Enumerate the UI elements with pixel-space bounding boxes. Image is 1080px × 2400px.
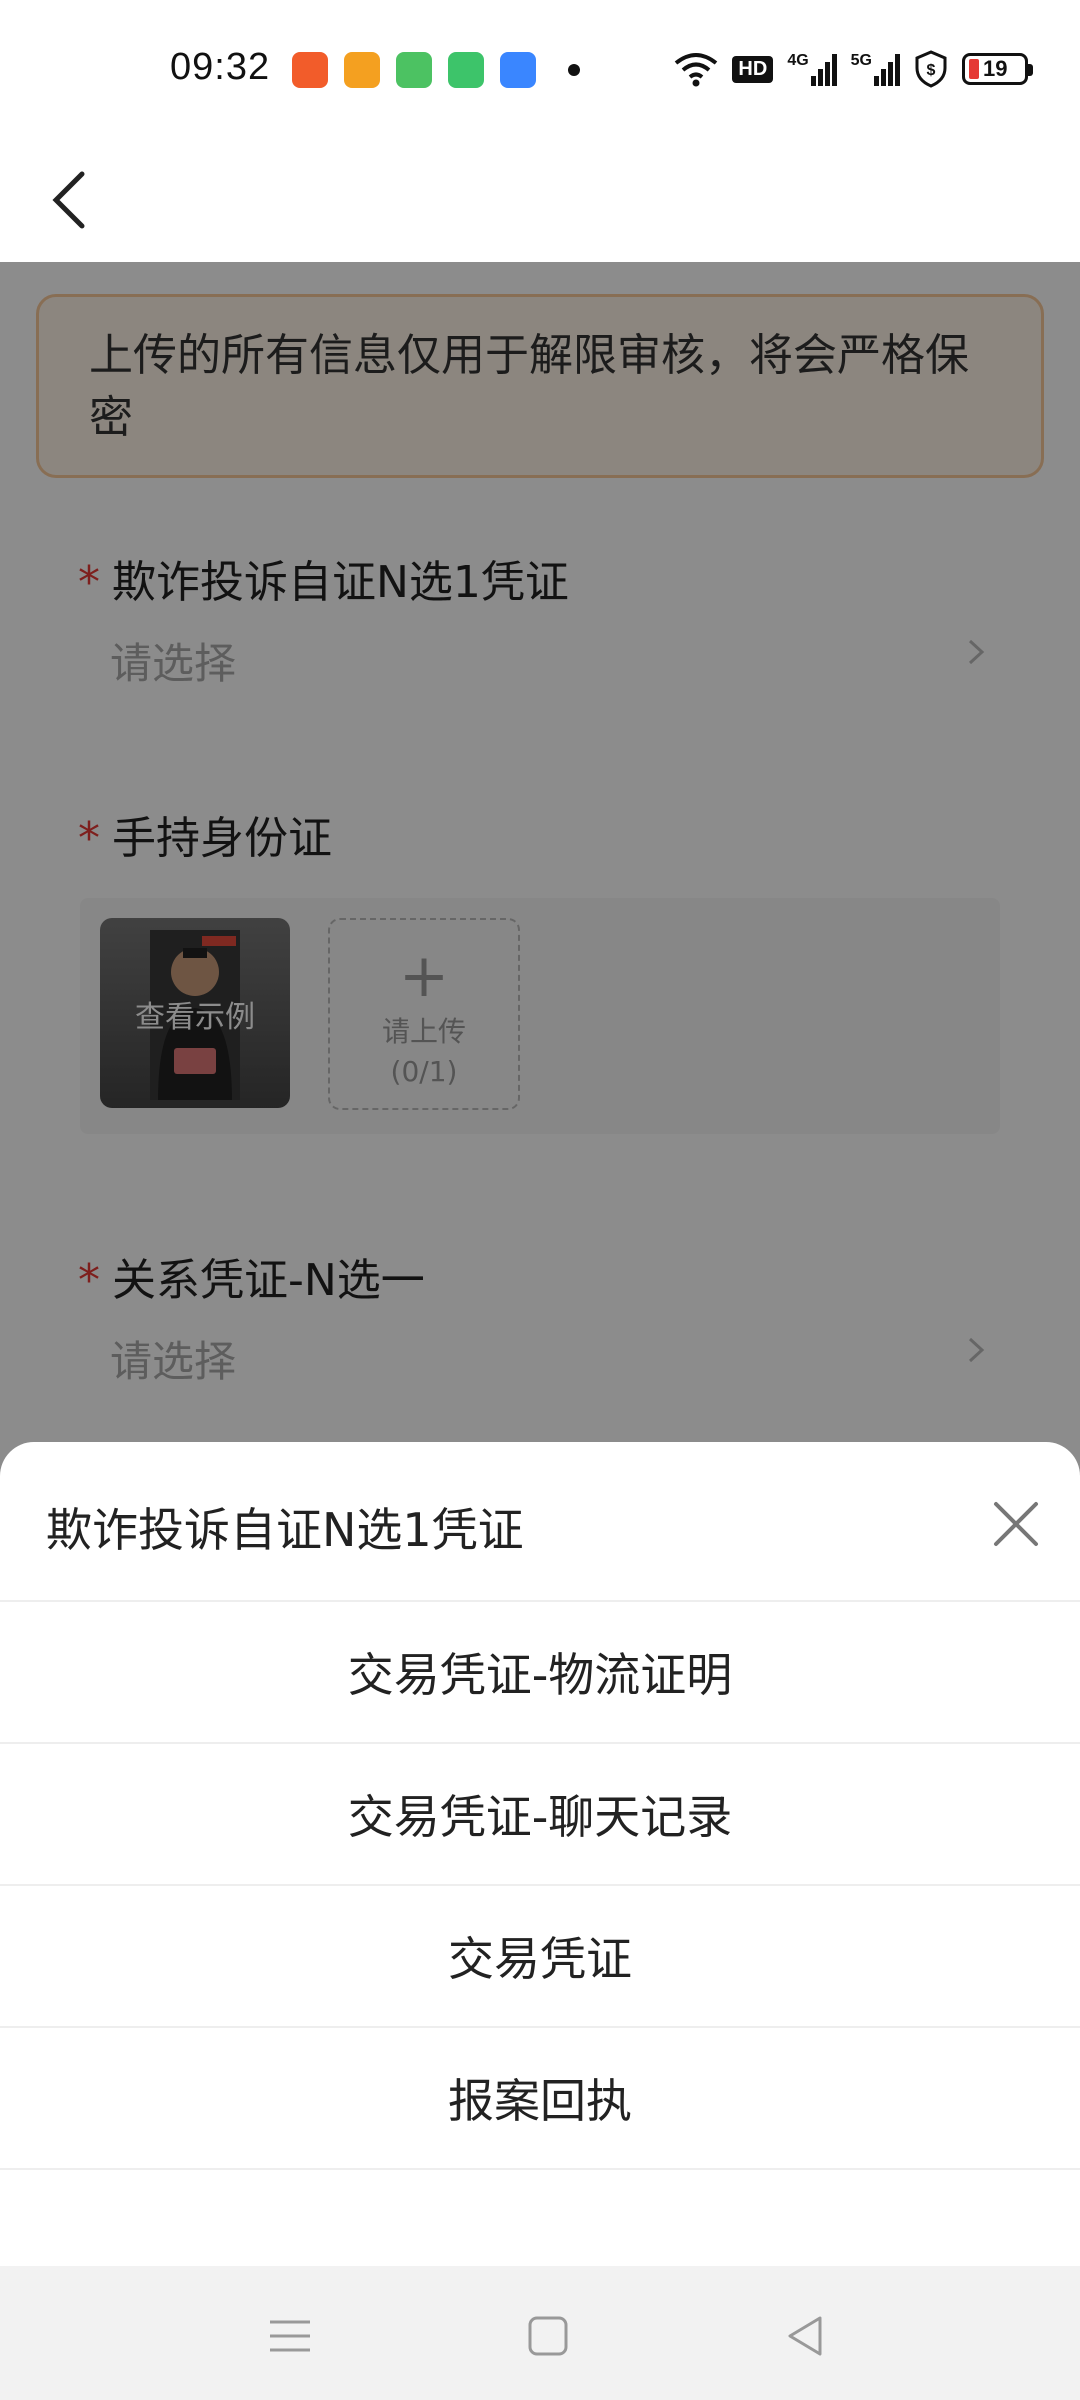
- top-nav-bar: [0, 140, 1080, 262]
- system-status-icons: HD 4G 5G $ 19: [674, 50, 1033, 88]
- app-notification-icon-5: [500, 52, 536, 88]
- chevron-left-icon: [52, 171, 85, 229]
- battery-level: 19: [983, 56, 1008, 81]
- sheet-title: 欺诈投诉自证N选1凭证: [46, 1503, 524, 1557]
- hd-icon: HD: [732, 55, 774, 83]
- message-icon: [396, 52, 432, 88]
- wifi-icon: [675, 53, 718, 87]
- signal-5g-icon: 5G: [851, 52, 900, 86]
- option-transaction-proof[interactable]: 交易凭证: [0, 1886, 1080, 2028]
- option-police-receipt[interactable]: 报案回执: [0, 2028, 1080, 2170]
- home-icon[interactable]: [520, 2308, 576, 2364]
- svg-text:$: $: [927, 62, 936, 79]
- notification-icons: [292, 52, 580, 88]
- app-notification-icon-2: [344, 52, 380, 88]
- signal-5g-label: 5G: [850, 52, 872, 69]
- option-logistics-proof[interactable]: 交易凭证-物流证明: [0, 1602, 1080, 1744]
- signal-4g-label: 4G: [787, 52, 809, 69]
- shield-icon: $: [915, 50, 947, 88]
- back-triangle-icon[interactable]: [778, 2308, 834, 2364]
- status-time: 09:32: [170, 46, 271, 88]
- option-chat-records[interactable]: 交易凭证-聊天记录: [0, 1744, 1080, 1886]
- system-navigation-bar: [0, 2266, 1080, 2400]
- close-icon[interactable]: [988, 1496, 1044, 1552]
- selection-bottom-sheet: 欺诈投诉自证N选1凭证 交易凭证-物流证明 交易凭证-聊天记录 交易凭证 报案回…: [0, 1442, 1080, 2266]
- back-button[interactable]: [30, 160, 110, 240]
- app-notification-icon-1: [292, 52, 328, 88]
- menu-icon[interactable]: [262, 2308, 318, 2364]
- battery-icon: 19: [962, 53, 1033, 85]
- sheet-header: 欺诈投诉自证N选1凭证: [0, 1442, 1080, 1602]
- app-notification-icon-4: [448, 52, 484, 88]
- more-notifications-dot-icon: [568, 64, 580, 76]
- signal-4g-icon: 4G: [787, 52, 837, 86]
- status-bar: 09:32 HD 4G 5G $ 19: [0, 0, 1080, 140]
- battery-fill: [969, 59, 979, 79]
